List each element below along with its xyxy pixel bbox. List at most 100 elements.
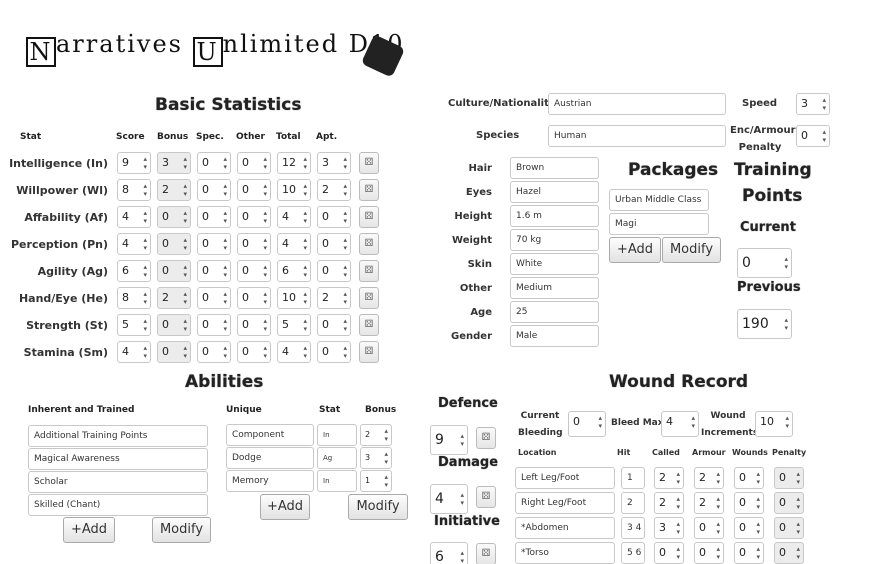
unique-ability-stat[interactable]: Ag xyxy=(317,447,357,469)
stat-other-spinner[interactable]: 0 xyxy=(237,206,271,228)
stat-spec-spinner[interactable]: 0 xyxy=(197,152,231,174)
unique-ability-bonus[interactable]: 2 xyxy=(360,424,392,446)
defence-spinner[interactable]: 9 xyxy=(430,425,468,455)
inherent-ability-item[interactable]: Skilled (Chant) xyxy=(28,494,208,516)
wound-wounds-spinner[interactable]: 0 xyxy=(734,542,764,564)
stat-total-spinner[interactable]: 6 xyxy=(277,260,311,282)
current-bleeding-spinner[interactable]: 0 xyxy=(568,411,606,437)
dice-roll-icon[interactable]: ⚄ xyxy=(359,287,379,309)
profile-input[interactable]: Brown xyxy=(510,157,599,179)
unique-ability-bonus[interactable]: 1 xyxy=(360,470,392,492)
profile-input[interactable]: 70 kg xyxy=(510,229,599,251)
stat-apt-spinner[interactable]: 2 xyxy=(317,179,351,201)
stat-apt-spinner[interactable]: 3 xyxy=(317,152,351,174)
wound-called-spinner[interactable]: 2 xyxy=(654,467,684,489)
culture-input[interactable]: Austrian xyxy=(548,93,726,115)
previous-points-spinner[interactable]: 190 xyxy=(737,309,792,339)
dice-roll-icon[interactable]: ⚄ xyxy=(359,233,379,255)
stat-apt-spinner[interactable]: 0 xyxy=(317,206,351,228)
unique-ability-stat[interactable]: In xyxy=(317,470,357,492)
stat-total-spinner[interactable]: 10 xyxy=(277,287,311,309)
stat-other-spinner[interactable]: 0 xyxy=(237,341,271,363)
species-input[interactable]: Human xyxy=(548,125,726,147)
dice-roll-icon[interactable]: ⚄ xyxy=(359,260,379,282)
stat-spec-spinner[interactable]: 0 xyxy=(197,287,231,309)
profile-input[interactable]: Medium xyxy=(510,277,599,299)
wound-hit[interactable]: 3 4 xyxy=(621,517,645,539)
wound-wounds-spinner[interactable]: 0 xyxy=(734,492,764,514)
dice-roll-icon[interactable]: ⚄ xyxy=(359,206,379,228)
wound-hit[interactable]: 5 6 xyxy=(621,542,645,564)
inherent-ability-item[interactable]: Magical Awareness xyxy=(28,448,208,470)
stat-total-spinner[interactable]: 4 xyxy=(277,233,311,255)
stat-score-spinner[interactable]: 4 xyxy=(117,206,151,228)
profile-input[interactable]: White xyxy=(510,253,599,275)
package-item[interactable]: Urban Middle Class xyxy=(609,189,709,211)
stat-apt-spinner[interactable]: 0 xyxy=(317,260,351,282)
stat-other-spinner[interactable]: 0 xyxy=(237,179,271,201)
stat-score-spinner[interactable]: 8 xyxy=(117,287,151,309)
profile-input[interactable]: 25 xyxy=(510,301,599,323)
abilities-add-button[interactable]: +Add xyxy=(63,517,115,543)
profile-input[interactable]: 1.6 m xyxy=(510,205,599,227)
profile-input[interactable]: Hazel xyxy=(510,181,599,203)
package-item[interactable]: Magi xyxy=(609,213,709,235)
wound-armour-spinner[interactable]: 2 xyxy=(694,467,724,489)
dice-roll-icon[interactable]: ⚄ xyxy=(359,314,379,336)
dice-roll-icon[interactable]: ⚄ xyxy=(359,179,379,201)
unique-ability-bonus[interactable]: 3 xyxy=(360,447,392,469)
stat-other-spinner[interactable]: 0 xyxy=(237,287,271,309)
damage-roll-icon[interactable]: ⚄ xyxy=(476,486,496,508)
wound-wounds-spinner[interactable]: 0 xyxy=(734,467,764,489)
wound-hit[interactable]: 1 xyxy=(621,467,645,489)
stat-spec-spinner[interactable]: 0 xyxy=(197,341,231,363)
current-points-spinner[interactable]: 0 xyxy=(737,248,792,278)
wound-armour-spinner[interactable]: 0 xyxy=(694,517,724,539)
unique-modify-button[interactable]: Modify xyxy=(348,494,408,520)
wound-location[interactable]: *Torso xyxy=(515,542,615,564)
stat-other-spinner[interactable]: 0 xyxy=(237,233,271,255)
stat-apt-spinner[interactable]: 0 xyxy=(317,233,351,255)
unique-ability-name[interactable]: Component Improv. xyxy=(226,424,314,460)
stat-total-spinner[interactable]: 4 xyxy=(277,341,311,363)
stat-apt-spinner[interactable]: 0 xyxy=(317,314,351,336)
unique-ability-name[interactable]: Memory xyxy=(226,470,314,492)
unique-add-button[interactable]: +Add xyxy=(260,494,310,520)
stat-apt-spinner[interactable]: 2 xyxy=(317,287,351,309)
stat-spec-spinner[interactable]: 0 xyxy=(197,260,231,282)
stat-total-spinner[interactable]: 10 xyxy=(277,179,311,201)
wound-location[interactable]: Left Leg/Foot xyxy=(515,467,615,489)
stat-other-spinner[interactable]: 0 xyxy=(237,152,271,174)
stat-score-spinner[interactable]: 8 xyxy=(117,179,151,201)
wound-called-spinner[interactable]: 0 xyxy=(654,542,684,564)
initiative-spinner[interactable]: 6 xyxy=(430,542,468,564)
wound-location[interactable]: *Abdomen xyxy=(515,517,615,539)
wound-wounds-spinner[interactable]: 0 xyxy=(734,517,764,539)
initiative-roll-icon[interactable]: ⚄ xyxy=(476,543,496,564)
unique-ability-name[interactable]: Dodge xyxy=(226,447,314,469)
unique-ability-stat[interactable]: In xyxy=(317,424,357,446)
wound-location[interactable]: Right Leg/Foot xyxy=(515,492,615,514)
speed-spinner[interactable]: 3 xyxy=(796,93,830,115)
wound-hit[interactable]: 2 xyxy=(621,492,645,514)
defence-roll-icon[interactable]: ⚄ xyxy=(476,427,496,449)
stat-score-spinner[interactable]: 4 xyxy=(117,341,151,363)
profile-input[interactable]: Male xyxy=(510,325,599,347)
abilities-modify-button[interactable]: Modify xyxy=(152,517,211,543)
inherent-ability-item[interactable]: Additional Training Points xyxy=(28,425,208,447)
stat-total-spinner[interactable]: 5 xyxy=(277,314,311,336)
stat-spec-spinner[interactable]: 0 xyxy=(197,206,231,228)
dice-roll-icon[interactable]: ⚄ xyxy=(359,341,379,363)
stat-score-spinner[interactable]: 5 xyxy=(117,314,151,336)
inherent-ability-item[interactable]: Scholar xyxy=(28,471,208,493)
damage-spinner[interactable]: 4 xyxy=(430,484,468,514)
wound-called-spinner[interactable]: 3 xyxy=(654,517,684,539)
wound-called-spinner[interactable]: 2 xyxy=(654,492,684,514)
stat-total-spinner[interactable]: 12 xyxy=(277,152,311,174)
packages-modify-button[interactable]: Modify xyxy=(662,237,721,263)
stat-other-spinner[interactable]: 0 xyxy=(237,260,271,282)
dice-roll-icon[interactable]: ⚄ xyxy=(359,152,379,174)
stat-score-spinner[interactable]: 9 xyxy=(117,152,151,174)
stat-score-spinner[interactable]: 4 xyxy=(117,233,151,255)
enc-spinner[interactable]: 0 xyxy=(796,125,830,147)
